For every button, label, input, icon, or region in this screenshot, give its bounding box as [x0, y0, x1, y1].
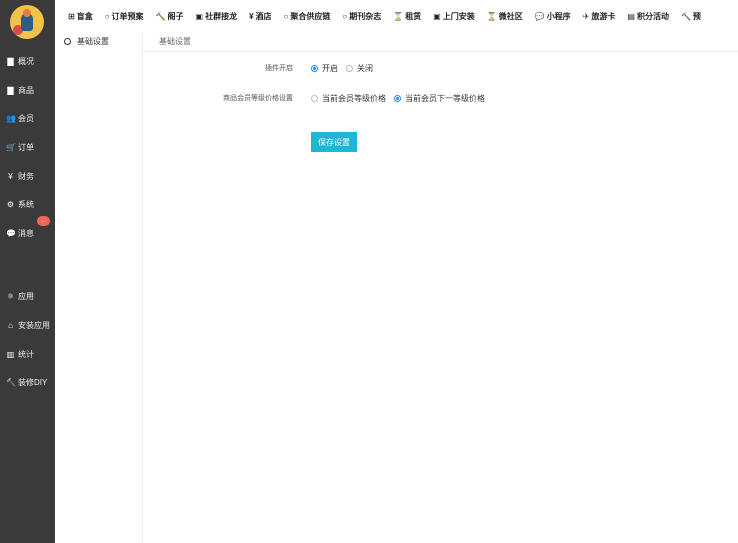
sidebar-item-goods[interactable]: ▇ 商品	[0, 79, 55, 101]
save-settings-button[interactable]: 保存设置	[311, 132, 357, 152]
chat-icon: 💬	[6, 228, 16, 238]
plugin-switch-radios: 开启 关闭	[311, 63, 381, 74]
apps-icon: ⚛	[6, 291, 15, 301]
sidebar-item-system[interactable]: ⚙ 系统	[0, 193, 55, 215]
topnav-item-blindbox[interactable]: ⊞ 盲盒	[68, 11, 93, 22]
sidebar-item-messages[interactable]: 💬 消息 ...	[0, 216, 55, 244]
topnav-item-installation[interactable]: ▣ 上门安装	[433, 11, 475, 22]
radio-next-level-price[interactable]: 当前会员下一等级价格	[394, 93, 485, 104]
circle-icon	[64, 38, 71, 45]
sidebar-item-overview[interactable]: ▇ 概况	[0, 50, 55, 72]
sidebar-item-label: 系统	[18, 199, 34, 209]
hourglass-icon: ⌛	[486, 11, 497, 21]
radio-next-level-dot[interactable]	[394, 95, 401, 102]
calendar-icon: ▤	[627, 11, 635, 21]
topnav-item-travel-card[interactable]: ✈ 旅游卡	[583, 11, 616, 22]
radio-current-level-price[interactable]: 当前会员等级价格	[311, 93, 386, 104]
sidebar-item-finance[interactable]: ¥ 财务	[0, 165, 55, 187]
top-nav: ⊞ 盲盒 ○ 订单预案 🔨 阁子 ▣ 社群接龙 ¥ 酒店 ○ 聚合供应链 ○ 期刊杂志 ⌛ 租赁…	[55, 0, 738, 32]
members-icon: 👥	[6, 113, 16, 123]
radio-disable[interactable]: 关闭	[346, 63, 373, 74]
cart-icon: 🛒	[6, 142, 16, 152]
topnav-item-mini-program[interactable]: 💬 小程序	[535, 11, 571, 22]
sidebar-item-label: 财务	[18, 171, 34, 181]
sidebar-item-orders[interactable]: 🛒 订单	[0, 136, 55, 158]
topnav-item-group-buy[interactable]: ▣ 社群接龙	[196, 11, 238, 22]
hammer-icon: 🔨	[680, 11, 691, 21]
plus-box-icon: ⊞	[68, 11, 75, 21]
sidebar-item-label: 商品	[18, 85, 34, 95]
topnav-item-hotel[interactable]: ¥ 酒店	[249, 11, 271, 22]
sidebar-item-label: 安装应用	[18, 320, 50, 330]
wechat-icon: 💬	[534, 11, 545, 21]
hammer-icon: 🔨	[155, 11, 166, 21]
sidebar-item-label: 消息	[18, 228, 34, 238]
topnav-item-micro-community[interactable]: ⌛ 微社区	[487, 11, 523, 22]
sidebar-item-stats[interactable]: ▥ 统计	[0, 343, 55, 365]
circle-icon: ○	[283, 11, 289, 21]
radio-enable[interactable]: 开启	[311, 63, 338, 74]
yen-icon: ¥	[249, 11, 254, 21]
sidebar-item-label: 订单	[18, 142, 34, 152]
logo[interactable]	[10, 5, 44, 39]
topnav-item-more[interactable]: 🔨 预	[681, 11, 701, 22]
circle-icon: ○	[104, 11, 110, 21]
topnav-item-rental[interactable]: ⌛ 租赁	[393, 11, 421, 22]
sidebar-item-members[interactable]: 👥 会员	[0, 107, 55, 129]
subnav-item-label: 基础设置	[77, 37, 109, 46]
sidebar-item-apps[interactable]: ⚛ 应用	[0, 285, 55, 307]
hourglass-icon: ⌛	[393, 11, 404, 21]
message-badge: ...	[37, 216, 50, 226]
subnav-item-basic-settings[interactable]: 基础设置	[64, 36, 109, 47]
sidebar-item-label: 统计	[18, 349, 34, 359]
topnav-item-points-activity[interactable]: ▤ 积分活动	[627, 11, 669, 22]
topnav-item-supply-chain[interactable]: ○ 聚合供应链	[284, 11, 331, 22]
plugin-switch-label: 插件开启	[265, 65, 293, 72]
hammer-icon: 🔨	[6, 377, 16, 387]
yen-icon: ¥	[8, 171, 13, 181]
sidebar-item-label: 概况	[18, 56, 34, 66]
main-sidebar: ▇ 概况 ▇ 商品 👥 会员 🛒 订单 ¥ 财务 ⚙ 系统 💬 消息 ... ⚛…	[0, 0, 55, 543]
sub-sidebar: 基础设置	[55, 32, 143, 543]
radio-disable-dot[interactable]	[346, 65, 353, 72]
sidebar-item-label: 应用	[18, 291, 34, 301]
sidebar-item-label: 装修DIY	[18, 377, 48, 387]
image-icon: ▣	[433, 11, 441, 21]
plane-icon: ✈	[582, 11, 590, 21]
image-icon: ▣	[195, 11, 204, 21]
main-content: 基础设置 插件开启 开启 关闭 商品会员等级价格设置 当前会员等级价格 当前会员…	[143, 32, 738, 543]
sidebar-item-install-apps[interactable]: ⌂ 安装应用	[0, 314, 55, 336]
gear-icon: ⚙	[6, 199, 15, 209]
member-price-label: 商品会员等级价格设置	[223, 95, 293, 102]
circle-icon: ○	[342, 11, 348, 21]
goods-icon: ▇	[7, 85, 14, 95]
sidebar-item-label: 会员	[18, 113, 34, 123]
radio-enable-dot[interactable]	[311, 65, 318, 72]
install-icon: ⌂	[8, 320, 13, 330]
topnav-item-journals[interactable]: ○ 期刊杂志	[342, 11, 381, 22]
member-price-radios: 当前会员等级价格 当前会员下一等级价格	[311, 93, 493, 104]
sidebar-item-diy[interactable]: 🔨 装修DIY	[0, 371, 55, 393]
breadcrumb: 基础设置	[143, 32, 738, 52]
topnav-item-gezi[interactable]: 🔨 阁子	[156, 11, 184, 22]
topnav-item-order-plan[interactable]: ○ 订单预案	[105, 11, 144, 22]
radio-current-level-dot[interactable]	[311, 95, 318, 102]
bar-chart-icon: ▥	[6, 349, 15, 359]
overview-icon: ▇	[7, 56, 14, 66]
